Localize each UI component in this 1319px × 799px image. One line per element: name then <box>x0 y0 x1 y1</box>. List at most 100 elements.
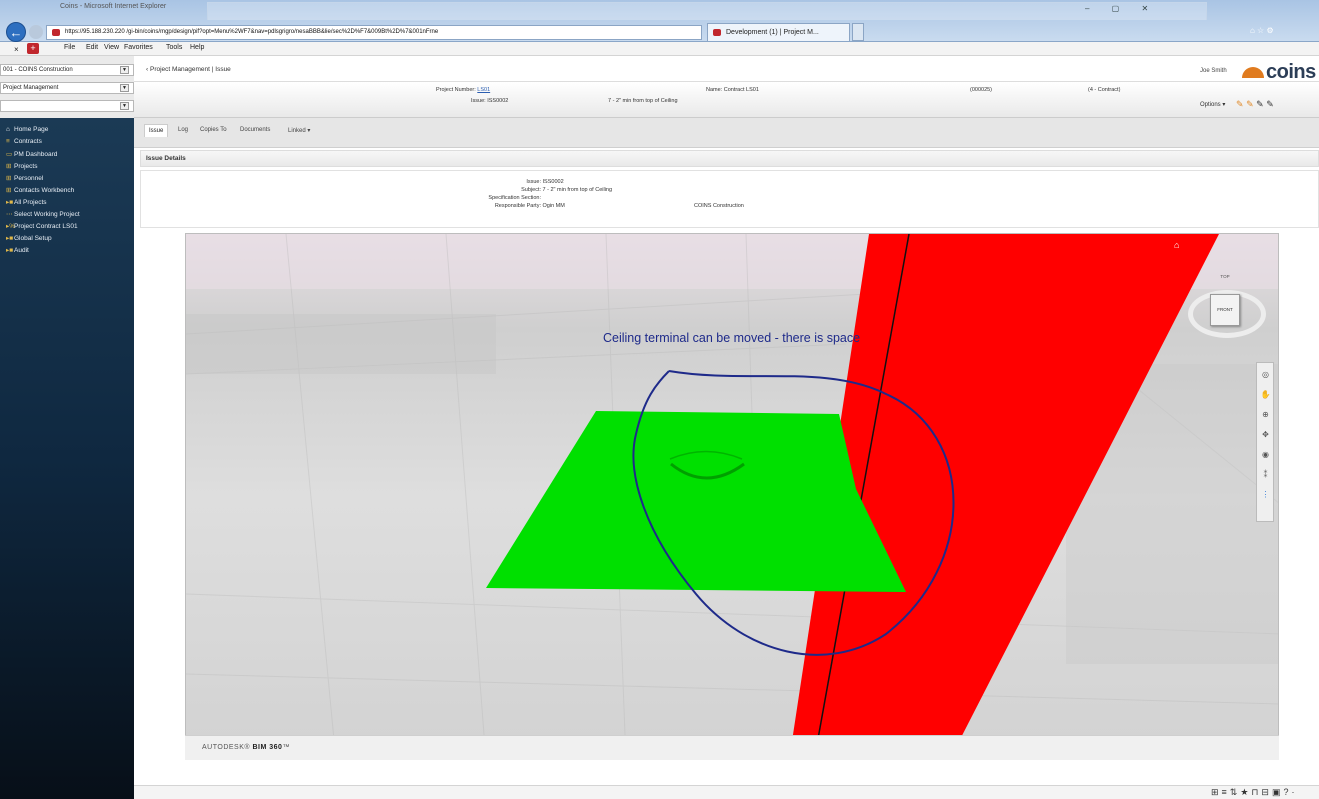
tab-log[interactable]: Log <box>178 127 188 133</box>
sidebar-item-personnel[interactable]: ⊞ Personnel <box>6 174 43 182</box>
project-name-value: Contract LS01 <box>723 87 759 93</box>
options-label: Options <box>1200 102 1221 108</box>
back-button[interactable]: ← <box>6 22 26 42</box>
status-bar: ⊞≡⇅★⊓⊟▣?· <box>134 785 1319 799</box>
close-icon[interactable]: × <box>14 45 19 54</box>
logo-text: coins <box>1266 61 1316 83</box>
menu-view[interactable]: View <box>104 44 119 51</box>
menu-tools[interactable]: Tools <box>166 44 182 51</box>
chevron-down-icon[interactable]: ▼ <box>120 102 129 110</box>
tab-linked[interactable]: Linked ▾ <box>288 127 310 134</box>
detail-row-subject: Subject: 7 - 2" min from top of Ceiling <box>451 187 612 193</box>
markup-label[interactable]: Ceiling terminal can be moved - there is… <box>603 331 860 345</box>
bim-viewer[interactable]: Ceiling terminal can be moved - there is… <box>185 233 1279 760</box>
sidebar-item-label: All Projects <box>14 199 47 206</box>
detail-value: 7 - 2" min from top of Ceiling <box>542 187 613 193</box>
section-header: Issue Details <box>140 150 1319 167</box>
detail-row-issue: Issue: ISS0002 <box>451 179 564 185</box>
duct-shade <box>186 314 496 374</box>
menu-edit[interactable]: Edit <box>86 44 98 51</box>
menu-file[interactable]: File <box>64 44 75 51</box>
tab-documents[interactable]: Documents <box>240 127 270 133</box>
sidebar-item-label: Contracts <box>14 138 42 145</box>
project-number: Project Number: LS01 <box>436 87 490 93</box>
folder-icon: ▸■ <box>6 247 14 254</box>
view-cube[interactable]: TOP FRONT <box>1184 272 1270 352</box>
steering-wheel-icon[interactable]: ◎ <box>1260 369 1271 380</box>
select-tool-icon[interactable]: ⋮ <box>1260 489 1271 500</box>
project-name-label: Name: <box>706 87 723 93</box>
window-controls[interactable]: – ▢ ✕ <box>1085 4 1158 13</box>
sidebar-item-global-setup[interactable]: ▸■Global Setup <box>6 234 52 242</box>
company-select[interactable]: 001 - COINS Construction ▼ <box>0 64 134 76</box>
home-view-icon[interactable]: ⌂ <box>1174 240 1179 250</box>
app-header: ‹ Project Management | Issue Joe Smith c… <box>134 60 1319 83</box>
sidebar-item-label: Project Contract LS01 <box>14 223 78 230</box>
sidebar-item-project-contract[interactable]: ▸%Project Contract LS01 <box>6 222 78 230</box>
options-menu[interactable]: Options ▾ <box>1200 101 1225 108</box>
issue-value: ISS0002 <box>487 98 509 104</box>
sidebar-item-label: PM Dashboard <box>14 151 58 158</box>
user-name[interactable]: Joe Smith <box>1200 68 1227 74</box>
issue-ref: Issue: ISS0002 <box>471 98 508 104</box>
browser-background-tab[interactable] <box>207 2 1207 20</box>
module-select[interactable]: Project Management ▼ <box>0 82 134 94</box>
project-name: Name: Contract LS01 <box>706 87 759 93</box>
browser-tools-icons[interactable]: ⌂ ☆ ⚙ <box>1250 26 1274 35</box>
pan-icon[interactable]: ✋ <box>1260 389 1271 400</box>
sidebar-item-contacts-workbench[interactable]: ⊞ Contacts Workbench <box>6 186 74 194</box>
sidebar-item-label: Select Working Project <box>14 211 80 218</box>
autodesk-brand-prefix: AUTODESK <box>202 744 245 751</box>
module-select-value: Project Management <box>3 85 59 91</box>
window-title: Coins - Microsoft Internet Explorer <box>60 3 167 10</box>
sidebar-item-all-projects[interactable]: ▸■All Projects <box>6 198 47 206</box>
browser-tab-active[interactable]: Development (1) | Project M... <box>707 23 850 41</box>
look-icon[interactable]: ◉ <box>1260 449 1271 460</box>
menu-help[interactable]: Help <box>190 44 204 51</box>
menu-favorites[interactable]: Favorites <box>124 44 153 51</box>
people-icon: ⊞ <box>6 175 12 182</box>
select-icon: ⋯ <box>6 211 13 218</box>
pencil-icon[interactable]: ✎ <box>1256 99 1264 109</box>
tab-copies-to[interactable]: Copies To <box>200 127 227 133</box>
sidebar-item-contracts[interactable]: ≡ Contracts <box>6 138 42 145</box>
list-icon: ≡ <box>6 138 10 145</box>
edit-tools[interactable]: ✎ ✎ ✎ ✎ <box>1236 99 1274 110</box>
bim-scene[interactable] <box>186 234 1279 760</box>
coins-app-icon: + <box>27 43 39 54</box>
address-text: https://95.188.230.220 /gi-bin/coins/mgp… <box>65 29 439 35</box>
view-cube-top[interactable]: TOP <box>1210 274 1240 296</box>
zoom-icon[interactable]: ⊕ <box>1260 409 1271 420</box>
view-cube-front[interactable]: FRONT <box>1210 294 1240 326</box>
address-bar[interactable]: https://95.188.230.220 /gi-bin/coins/mgp… <box>46 25 702 40</box>
browser-titlebar: Coins - Microsoft Internet Explorer ← ht… <box>0 0 1319 42</box>
sidebar-item-pm-dashboard[interactable]: ▭ PM Dashboard <box>6 150 57 158</box>
tab-issue[interactable]: Issue <box>144 124 169 137</box>
detail-label: Specification Section: <box>488 195 541 201</box>
issue-details-panel: Issue: ISS0002 Subject: 7 - 2" min from … <box>140 170 1319 228</box>
project-number-link[interactable]: LS01 <box>477 87 490 93</box>
issue-label: Issue: <box>471 98 486 104</box>
sidebar-item-audit[interactable]: ▸■Audit <box>6 246 29 254</box>
sidebar-item-home-page[interactable]: ⌂ Home Page <box>6 126 48 133</box>
pencil-icon[interactable]: ✎ <box>1266 99 1274 109</box>
browser-tab-label: Development (1) | Project M... <box>726 29 819 36</box>
status-icons[interactable]: ⊞≡⇅★⊓⊟▣?· <box>1211 787 1297 798</box>
sidebar-item-select-working-project[interactable]: ⋯ Select Working Project <box>6 210 80 218</box>
detail-value: ISS0002 <box>542 179 564 185</box>
pencil-orange-icon[interactable]: ✎ <box>1246 99 1254 109</box>
new-tab-button[interactable] <box>852 23 864 41</box>
project-number-label: Project Number: <box>436 87 476 93</box>
chevron-down-icon[interactable]: ▼ <box>120 84 129 92</box>
contract-type: (4 - Contract) <box>1088 87 1121 93</box>
lock-icon <box>52 29 60 36</box>
sidebar-item-projects[interactable]: ⊞ Projects <box>6 162 37 170</box>
walk-icon[interactable]: ⁑ <box>1260 469 1271 480</box>
chevron-down-icon[interactable]: ▼ <box>120 66 129 74</box>
detail-row-responsible: Responsible Party: Ogin MM <box>451 203 565 209</box>
browser-menubar: × + File Edit View Favorites Tools Help <box>0 42 1319 56</box>
orbit-icon[interactable]: ✥ <box>1260 429 1271 440</box>
pencil-orange-icon[interactable]: ✎ <box>1236 99 1244 109</box>
forward-button[interactable] <box>29 25 43 39</box>
blank-select[interactable]: ▼ <box>0 100 134 112</box>
